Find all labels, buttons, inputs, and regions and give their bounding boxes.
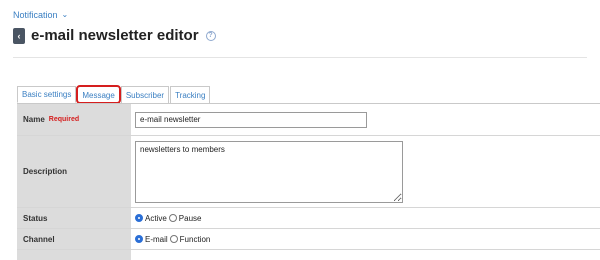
next-row-partial — [17, 250, 600, 260]
status-label: Status — [23, 213, 48, 223]
name-row: Name Required — [17, 104, 600, 136]
description-textarea[interactable]: newsletters to members — [135, 140, 403, 203]
status-pause-radio[interactable]: Pause — [168, 213, 202, 223]
description-row: Description newsletters to members — [17, 136, 600, 208]
tab-bar: Basic settings Message Subscriber Tracki… — [17, 85, 211, 104]
radio-checked-icon[interactable] — [135, 235, 143, 243]
page-title: e-mail newsletter editor — [31, 27, 199, 44]
header-divider — [13, 57, 587, 58]
breadcrumb[interactable]: Notification ⌄ — [13, 10, 69, 21]
back-button[interactable]: ‹ — [13, 27, 25, 44]
settings-form: Name Required Description newsletters to… — [17, 103, 600, 260]
required-badge: Required — [48, 116, 80, 123]
radio-checked-icon[interactable] — [135, 214, 143, 222]
channel-function-label: Function — [179, 234, 211, 244]
channel-value-cell: E-mail Function — [131, 229, 600, 249]
name-label: Name — [23, 115, 45, 124]
name-value-cell — [131, 104, 600, 135]
name-input[interactable] — [135, 111, 367, 128]
radio-unchecked-icon[interactable] — [169, 235, 178, 243]
tab-message[interactable]: Message — [76, 85, 121, 104]
status-row: Status Active Pause — [17, 208, 600, 229]
question-circle-icon[interactable]: ? — [205, 30, 216, 41]
radio-unchecked-icon[interactable] — [168, 214, 177, 222]
channel-radio-group: E-mail Function — [135, 235, 212, 244]
channel-row: Channel E-mail Function — [17, 229, 600, 250]
next-label-cell — [17, 250, 131, 260]
channel-function-radio[interactable]: Function — [169, 234, 211, 244]
tab-tracking[interactable]: Tracking — [170, 86, 211, 103]
description-label-cell: Description — [17, 136, 131, 207]
status-label-cell: Status — [17, 208, 131, 228]
channel-email-label: E-mail — [145, 234, 168, 244]
chevron-down-icon[interactable]: ⌄ — [62, 10, 69, 19]
tab-subscriber[interactable]: Subscriber — [120, 86, 170, 103]
status-radio-group: Active Pause — [135, 214, 203, 223]
status-value-cell: Active Pause — [131, 208, 600, 228]
description-label: Description — [23, 167, 68, 176]
description-value-cell: newsletters to members — [131, 136, 600, 207]
next-value-cell — [131, 250, 600, 260]
breadcrumb-label[interactable]: Notification — [13, 10, 58, 20]
channel-label: Channel — [23, 234, 55, 244]
status-active-radio[interactable]: Active — [135, 214, 167, 223]
status-active-label: Active — [145, 213, 167, 223]
channel-label-cell: Channel — [17, 229, 131, 249]
status-pause-label: Pause — [178, 213, 202, 223]
name-label-cell: Name Required — [17, 104, 131, 135]
title-row: ‹ e-mail newsletter editor ? — [13, 27, 216, 44]
chevron-left-icon: ‹ — [17, 30, 21, 41]
tab-basic-settings[interactable]: Basic settings — [17, 86, 77, 103]
channel-email-radio[interactable]: E-mail — [135, 235, 168, 244]
